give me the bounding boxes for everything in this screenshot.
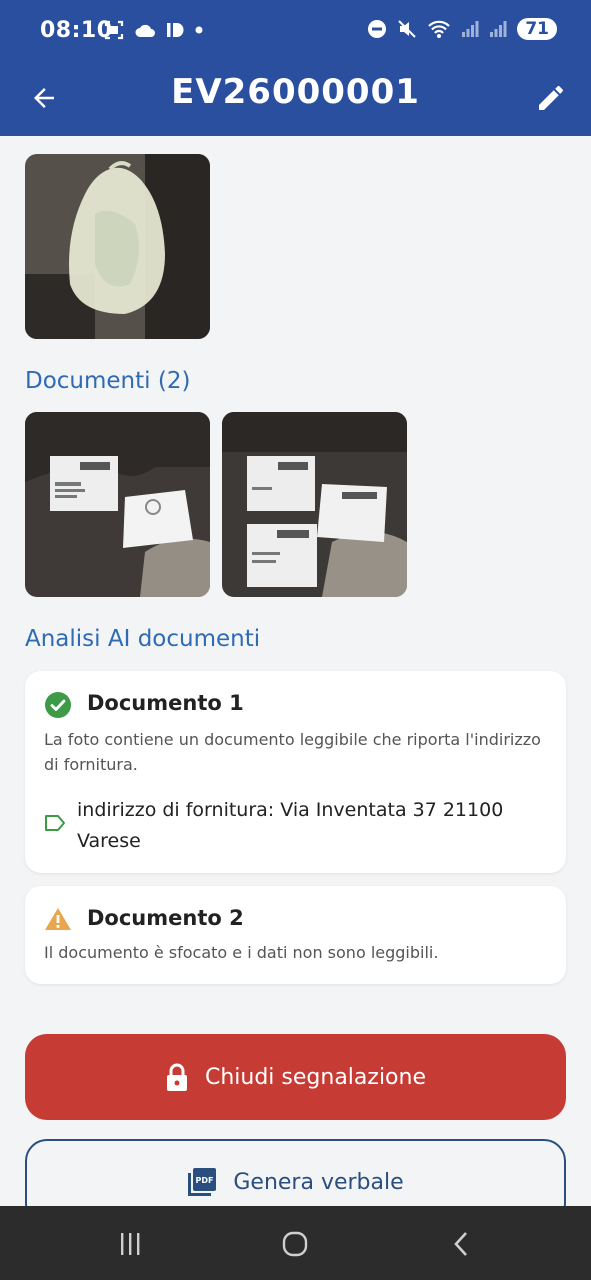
pdf-icon: PDF bbox=[188, 1168, 217, 1196]
tag-icon bbox=[45, 815, 65, 831]
signal-icon bbox=[462, 21, 479, 37]
check-circle-icon bbox=[45, 692, 71, 718]
back-nav-icon bbox=[454, 1232, 467, 1256]
bag-photo[interactable] bbox=[25, 154, 210, 339]
card-1-title: Documento 1 bbox=[87, 691, 244, 715]
lock-icon bbox=[166, 1063, 187, 1091]
screenshot-icon bbox=[104, 20, 124, 40]
id-icon bbox=[167, 23, 184, 37]
dot-icon bbox=[195, 26, 203, 34]
warning-icon bbox=[45, 908, 71, 930]
card-2-title: Documento 2 bbox=[87, 906, 244, 930]
close-report-label: Chiudi segnalazione bbox=[204, 1064, 426, 1090]
analysis-section-title: Analisi AI documenti bbox=[25, 626, 261, 652]
dnd-icon bbox=[368, 20, 387, 38]
pencil-icon bbox=[539, 85, 563, 110]
supply-address-tag: indirizzo di fornitura: Via Inventata 37… bbox=[77, 795, 547, 857]
analysis-card-2: Documento 2 Il documento è sfocato e i d… bbox=[25, 886, 566, 984]
content-area: Documenti (2) Analisi AI documenti Docum… bbox=[0, 136, 591, 1206]
generate-report-label: Genera verbale bbox=[233, 1169, 404, 1195]
supply-address-line-2: Varese bbox=[77, 830, 141, 852]
bag-photo-image bbox=[25, 154, 210, 339]
home-button[interactable] bbox=[275, 1228, 315, 1260]
home-icon bbox=[282, 1231, 308, 1257]
mute-icon bbox=[398, 20, 417, 38]
document-photo-2[interactable] bbox=[222, 412, 407, 597]
document-photo-1-image bbox=[25, 412, 210, 597]
close-report-button[interactable]: Chiudi segnalazione bbox=[25, 1034, 566, 1120]
analysis-card-1: Documento 1 La foto contiene un document… bbox=[25, 671, 566, 873]
document-photo-2-image bbox=[222, 412, 407, 597]
edit-button[interactable] bbox=[529, 76, 573, 120]
wifi-icon bbox=[428, 20, 451, 38]
svg-text:PDF: PDF bbox=[196, 1176, 214, 1185]
card-2-text: Il documento è sfocato e i dati non sono… bbox=[44, 943, 439, 962]
status-icons-right: 71 bbox=[367, 18, 557, 40]
cloud-icon bbox=[135, 24, 155, 37]
signal-icon bbox=[490, 21, 507, 37]
generate-report-button[interactable]: PDF Genera verbale bbox=[25, 1139, 566, 1206]
page-title: EV26000001 bbox=[171, 72, 420, 112]
documents-section-title: Documenti (2) bbox=[25, 368, 191, 394]
status-time: 08:10 bbox=[40, 18, 113, 43]
card-1-text: La foto contiene un documento leggibile … bbox=[44, 730, 541, 774]
recents-icon bbox=[121, 1233, 140, 1255]
system-nav-bar bbox=[0, 1206, 591, 1280]
battery-indicator: 71 bbox=[517, 18, 557, 40]
recents-button[interactable] bbox=[110, 1228, 150, 1260]
app-bar: EV26000001 bbox=[0, 66, 591, 136]
status-bar: 08:10 71 bbox=[0, 0, 591, 66]
back-nav-button[interactable] bbox=[441, 1228, 481, 1260]
document-photo-1[interactable] bbox=[25, 412, 210, 597]
status-icons-left bbox=[104, 20, 204, 40]
supply-address-line-1: indirizzo di fornitura: Via Inventata 37… bbox=[77, 799, 504, 821]
